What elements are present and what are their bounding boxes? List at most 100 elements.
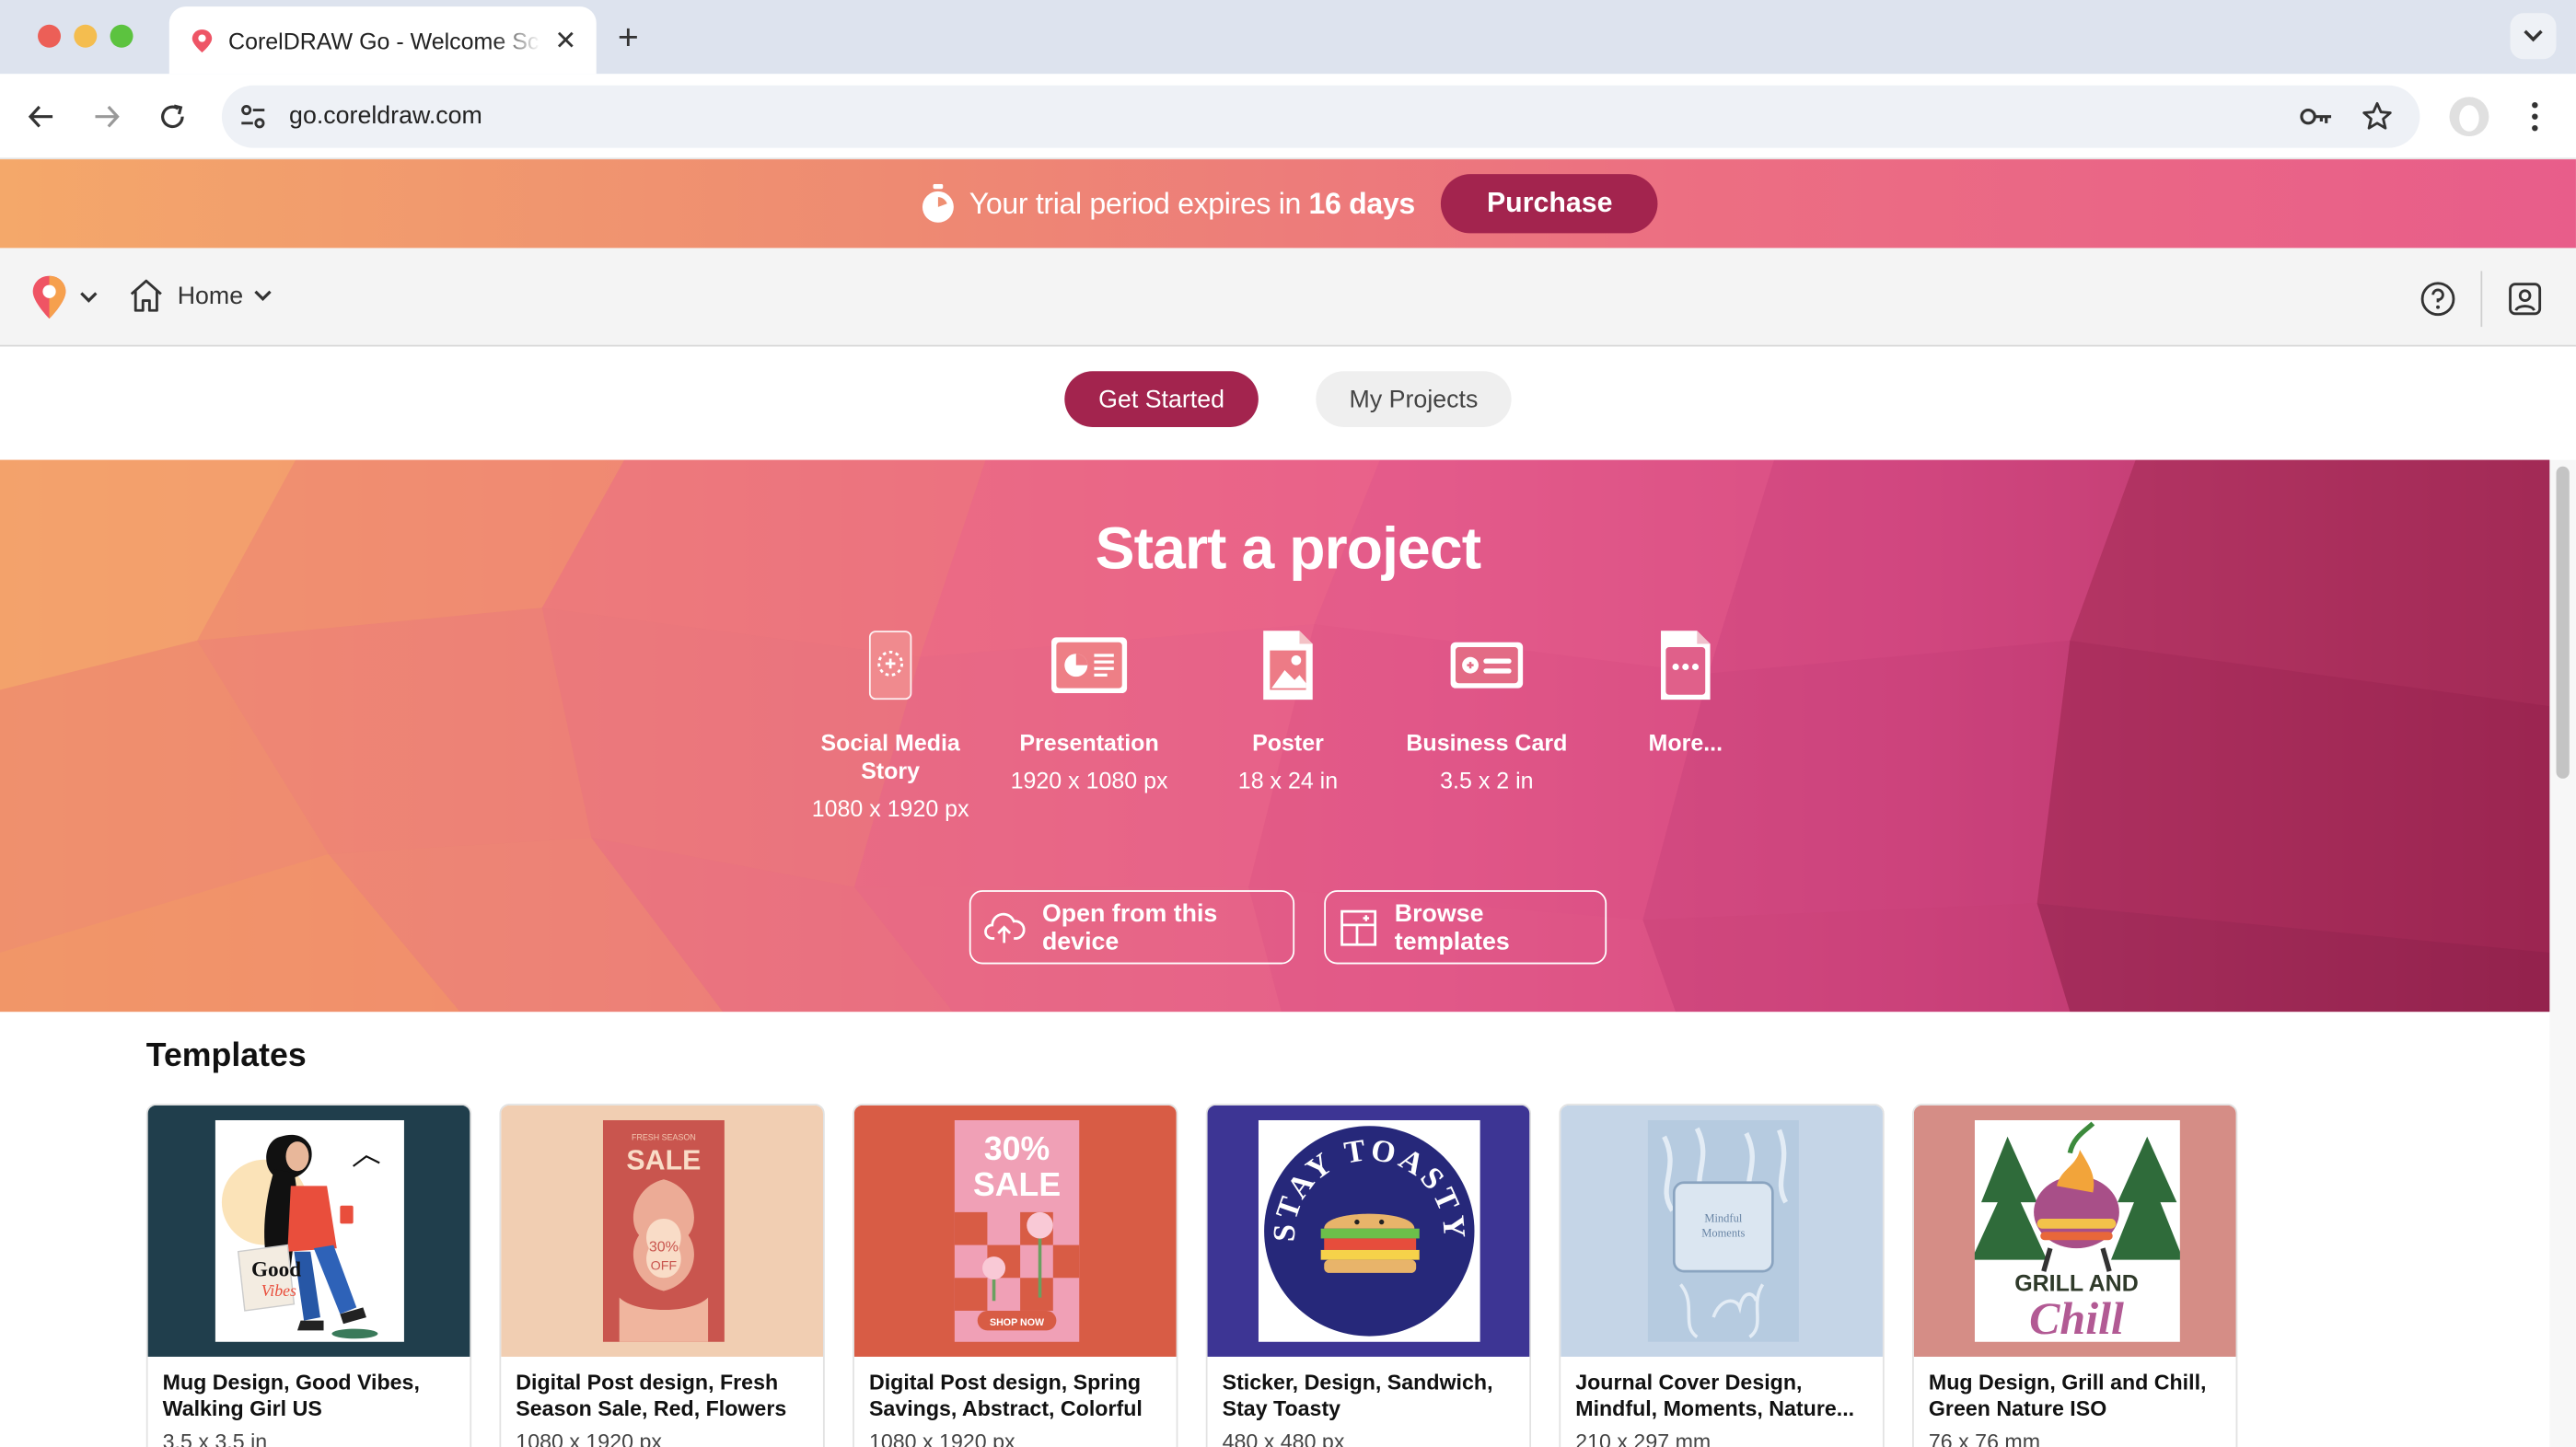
off-text: OFF — [651, 1258, 678, 1273]
bookmark-star-icon[interactable] — [2361, 100, 2394, 133]
browser-toolbar: go.coreldraw.com — [0, 74, 2576, 160]
template-dimension: 3.5 x 3.5 in — [162, 1429, 268, 1447]
home-icon — [130, 279, 162, 312]
template-thumbnail: Good Vibes — [147, 1105, 470, 1357]
tab-search-button[interactable] — [2510, 13, 2557, 60]
site-info-icon[interactable] — [238, 102, 268, 132]
project-type-presentation[interactable]: Presentation 1920 x 1080 px — [991, 628, 1188, 793]
template-dimension: 76 x 76 mm — [1928, 1429, 2041, 1447]
password-key-icon[interactable] — [2298, 102, 2334, 132]
template-dimension: 1080 x 1920 px — [516, 1429, 662, 1447]
template-thumbnail: GRILL AND Chill — [1913, 1105, 2236, 1357]
project-type-dimension: 18 x 24 in — [1237, 767, 1339, 793]
forward-button[interactable] — [87, 97, 127, 136]
template-card-good-vibes[interactable]: Good Vibes Mug Design, Good Vibes, Walki… — [145, 1104, 472, 1447]
template-thumbnail: 30% SALE SHOP NOW — [853, 1105, 1177, 1357]
app-logo-menu[interactable] — [29, 274, 99, 320]
browser-menu-icon[interactable] — [2520, 97, 2549, 136]
shop-now-text: SHOP NOW — [990, 1317, 1045, 1328]
grill-and-chill-art: GRILL AND Chill — [1974, 1119, 2180, 1342]
reload-button[interactable] — [153, 97, 192, 136]
trial-banner: Your trial period expires in 16 days Pur… — [0, 159, 2576, 249]
tab-my-projects[interactable]: My Projects — [1316, 371, 1512, 427]
walking-girl-mug-art: Good Vibes — [215, 1119, 404, 1342]
template-thumbnail: STAY TOASTY — [1207, 1105, 1530, 1357]
pct-big-text: 30% — [984, 1130, 1050, 1167]
reload-icon — [161, 104, 184, 129]
project-type-dimension: 1080 x 1920 px — [811, 794, 969, 822]
template-thumbnail: FRESH SEASON SALE 30% OFF — [501, 1105, 823, 1357]
window-close-button[interactable] — [38, 24, 62, 48]
business-card-icon — [1450, 642, 1524, 689]
purchase-button[interactable]: Purchase — [1441, 174, 1659, 234]
project-type-dimension: 1920 x 1080 px — [1010, 767, 1168, 793]
cloud-upload-icon — [984, 911, 1026, 943]
template-card-spring-savings[interactable]: 30% SALE SHOP NOW Digital Post design, S… — [853, 1104, 1178, 1447]
moments-text: Moments — [1701, 1227, 1745, 1240]
template-dimension: 480 x 480 px — [1222, 1429, 1345, 1447]
project-type-poster[interactable]: Poster 18 x 24 in — [1189, 628, 1387, 793]
hero-title: Start a project — [1095, 514, 1481, 582]
new-tab-icon[interactable]: + — [618, 17, 639, 59]
project-type-more[interactable]: More... — [1587, 628, 1784, 768]
app-header: Home — [0, 248, 2576, 347]
browse-templates-label: Browse templates — [1394, 898, 1510, 955]
browser-tab[interactable]: CorelDRAW Go - Welcome Screen ✕ — [168, 6, 597, 75]
header-divider — [2480, 271, 2483, 328]
help-icon[interactable] — [2419, 281, 2455, 317]
template-card-stay-toasty[interactable]: STAY TOASTY Sticker, Design, Sandwich, S… — [1205, 1104, 1532, 1447]
open-from-device-button[interactable]: Open from this device — [969, 890, 1295, 965]
arrow-left-icon — [28, 105, 53, 128]
project-type-dimension: 3.5 x 2 in — [1440, 767, 1534, 793]
project-type-social-media-story[interactable]: Social Media Story 1080 x 1920 px — [792, 628, 989, 822]
stay-toasty-sticker-art: STAY TOASTY — [1258, 1119, 1480, 1342]
back-button[interactable] — [21, 97, 61, 136]
home-label: Home — [177, 282, 244, 310]
template-card-mindful-moments[interactable]: Mindful Moments Journal Cover Design, Mi… — [1559, 1104, 1885, 1447]
template-dimension: 1080 x 1920 px — [868, 1429, 1015, 1447]
chill-text: Chill — [2029, 1292, 2124, 1342]
fresh-season-sale-art: FRESH SEASON SALE 30% OFF — [602, 1119, 725, 1342]
template-thumbnail: Mindful Moments — [1561, 1105, 1883, 1357]
page-scrollbar[interactable] — [2549, 459, 2576, 1447]
chevron-down-icon — [2524, 29, 2543, 42]
template-title: Mug Design, Grill and Chill, Green Natur… — [1928, 1370, 2207, 1421]
presentation-icon — [1051, 637, 1128, 694]
project-type-name: Presentation — [1019, 729, 1159, 756]
project-type-name: More... — [1648, 729, 1723, 756]
chevron-down-icon — [254, 290, 272, 302]
sale-big-text: SALE — [973, 1166, 1061, 1203]
scrollbar-thumb[interactable] — [2556, 466, 2570, 779]
mindful-journal-art: Mindful Moments — [1647, 1119, 1799, 1342]
profile-avatar[interactable] — [2449, 97, 2489, 137]
coreldraw-favicon-icon — [191, 29, 213, 52]
project-type-name: Social Media Story — [820, 729, 960, 784]
project-type-business-card[interactable]: Business Card 3.5 x 2 in — [1388, 628, 1585, 793]
browse-templates-button[interactable]: Browse templates — [1324, 890, 1607, 965]
browser-tabstrip: CorelDRAW Go - Welcome Screen ✕ + — [0, 0, 2576, 75]
chevron-down-icon — [80, 292, 98, 303]
template-card-grill-and-chill[interactable]: GRILL AND Chill Mug Design, Grill and Ch… — [1912, 1104, 2238, 1447]
template-card-fresh-season-sale[interactable]: FRESH SEASON SALE 30% OFF Digital Post d… — [499, 1104, 825, 1447]
poster-icon — [1263, 631, 1313, 700]
tab-get-started[interactable]: Get Started — [1064, 371, 1259, 427]
project-type-name: Business Card — [1406, 729, 1568, 756]
coreldraw-logo-icon — [32, 275, 66, 319]
more-document-icon — [1661, 631, 1711, 700]
window-maximize-button[interactable] — [110, 24, 133, 48]
template-title: Journal Cover Design, Mindful, Moments, … — [1575, 1370, 1855, 1421]
template-dimension: 210 x 297 mm — [1575, 1429, 1712, 1447]
templates-heading: Templates — [145, 1037, 307, 1074]
template-title: Digital Post design, Fresh Season Sale, … — [516, 1370, 787, 1421]
address-bar[interactable]: go.coreldraw.com — [221, 85, 2420, 148]
good-text: Good — [251, 1257, 301, 1281]
phone-story-icon — [868, 631, 912, 700]
person-icon — [2449, 97, 2489, 137]
spring-savings-art: 30% SALE SHOP NOW — [954, 1119, 1080, 1342]
start-project-hero: Start a project Social Media Story 1080 … — [0, 459, 2550, 1013]
tab-close-icon[interactable]: ✕ — [554, 24, 576, 57]
account-icon[interactable] — [2507, 281, 2543, 317]
mindful-text: Mindful — [1704, 1212, 1742, 1225]
window-minimize-button[interactable] — [74, 24, 98, 48]
home-menu[interactable]: Home — [128, 278, 273, 314]
